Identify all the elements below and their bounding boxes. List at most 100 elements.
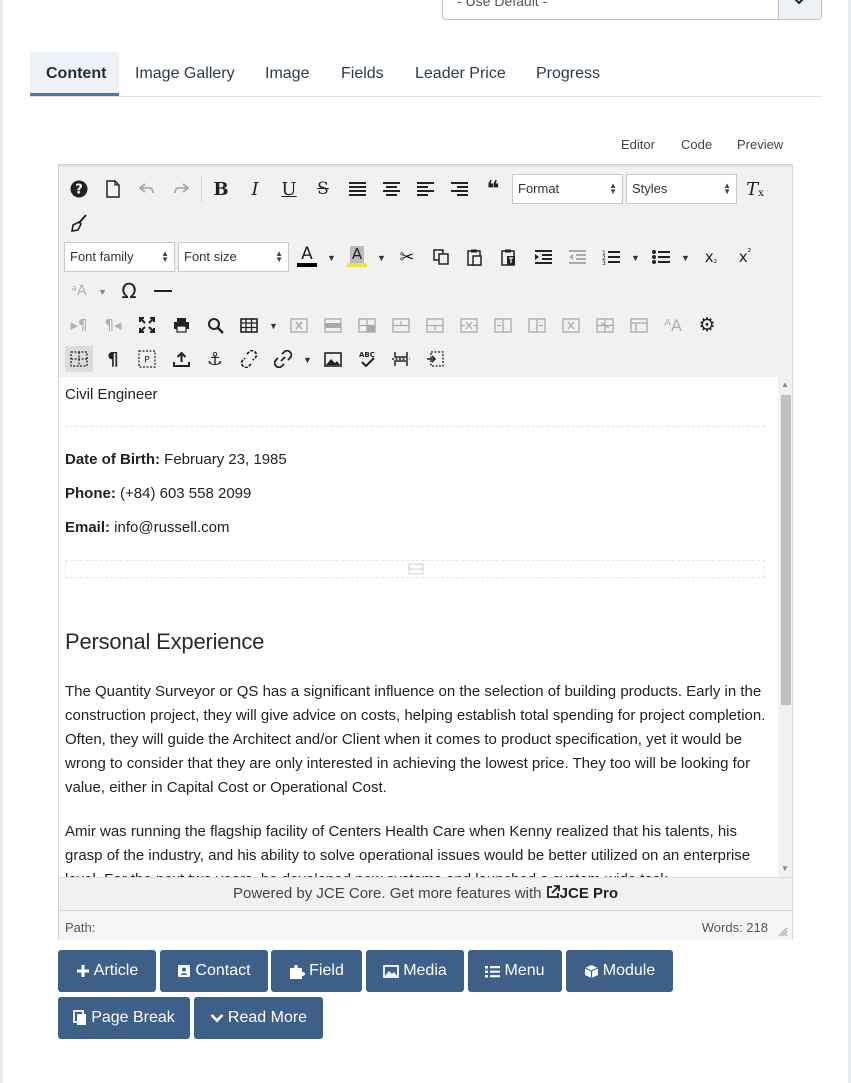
ltr-direction-icon[interactable]: ▸¶ [65, 312, 93, 338]
search-icon[interactable] [201, 312, 229, 338]
table-row-props-icon[interactable] [319, 312, 347, 338]
styles-select[interactable]: Styles ▲ ▼ [626, 174, 737, 204]
paste-icon[interactable] [461, 244, 489, 270]
show-blocks-icon[interactable]: ¶ [99, 346, 127, 372]
tab-progress[interactable]: Progress [520, 52, 616, 96]
outdent-icon[interactable] [563, 244, 591, 270]
text-color-icon[interactable]: A [293, 243, 321, 269]
caret-down-icon[interactable]: ▼ [327, 253, 336, 263]
default-select[interactable]: - Use Default - [442, 0, 822, 20]
special-character-icon[interactable]: Ω [115, 278, 143, 304]
insert-row-before-icon[interactable] [387, 312, 415, 338]
change-case-icon[interactable]: ᵃA [65, 278, 93, 304]
caret-down-icon[interactable]: ▼ [98, 287, 107, 297]
highlight-color-icon[interactable]: A [343, 243, 371, 269]
font-size-select[interactable]: Font size ▲ ▼ [178, 242, 289, 272]
puzzle-icon [290, 964, 306, 979]
split-cells-icon[interactable] [591, 312, 619, 338]
fullscreen-icon[interactable] [133, 312, 161, 338]
code-mode-link[interactable]: Code [681, 137, 712, 152]
insert-col-before-icon[interactable] [489, 312, 517, 338]
paste-text-icon[interactable] [495, 244, 523, 270]
visual-aid-icon[interactable] [65, 346, 93, 372]
styles-select-value: Styles [632, 181, 668, 196]
tab-leader-price[interactable]: Leader Price [399, 52, 522, 96]
image-icon[interactable] [319, 346, 347, 372]
table-cell-props-icon[interactable] [353, 312, 381, 338]
table-icon[interactable] [235, 312, 263, 338]
format-select[interactable]: Format ▲ ▼ [512, 174, 623, 204]
rtl-direction-icon[interactable]: ¶◂ [99, 312, 127, 338]
caret-down-icon[interactable]: ▼ [303, 355, 312, 365]
align-justify-icon[interactable] [343, 176, 371, 202]
delete-row-icon[interactable] [455, 312, 483, 338]
resize-handle-icon[interactable] [778, 927, 788, 937]
numbered-list-icon[interactable]: 123 [597, 244, 625, 270]
indent-icon[interactable] [529, 244, 557, 270]
editor-content[interactable]: Civil Engineer Date of Birth: February 2… [59, 377, 778, 877]
link-icon[interactable] [269, 346, 297, 372]
template-icon[interactable] [421, 346, 449, 372]
editor-tabs: Content Image Gallery Image Fields Leade… [30, 52, 822, 97]
preview-mode-link[interactable]: Preview [737, 137, 783, 152]
insert-col-after-icon[interactable] [523, 312, 551, 338]
merge-cells-icon[interactable] [625, 312, 653, 338]
read-more-button[interactable]: Read More [194, 997, 323, 1039]
bullet-list-icon[interactable] [647, 244, 675, 270]
delete-table-icon[interactable] [285, 312, 313, 338]
page-break-icon[interactable] [387, 346, 415, 372]
align-right-icon[interactable] [445, 176, 473, 202]
align-left-icon[interactable] [411, 176, 439, 202]
caret-down-icon[interactable]: ▼ [681, 253, 690, 263]
align-center-icon[interactable] [377, 176, 405, 202]
undo-icon[interactable] [133, 176, 161, 202]
redo-icon[interactable] [167, 176, 195, 202]
tab-image[interactable]: Image [249, 52, 325, 96]
blockquote-icon[interactable]: ❝ [479, 176, 507, 202]
contact-button[interactable]: Contact [160, 950, 268, 992]
editor-mode-link[interactable]: Editor [621, 137, 655, 152]
anchor-icon[interactable]: ⚓ [201, 346, 229, 372]
article-button[interactable]: Article [58, 950, 156, 992]
tab-image-gallery[interactable]: Image Gallery [119, 52, 251, 96]
insert-row-after-icon[interactable] [421, 312, 449, 338]
field-button[interactable]: Field [271, 950, 362, 992]
editor-toolbar: ? B I U S ❝ Format ▲ ▼ Styles ▲ ▼ T x Fo… [59, 165, 792, 378]
content-scrollbar[interactable]: ▲ ▼ [778, 377, 792, 877]
new-document-icon[interactable] [99, 176, 127, 202]
module-button[interactable]: Module [566, 950, 673, 992]
clear-formatting-icon[interactable]: Tx [741, 176, 769, 202]
subscript-icon[interactable]: x₂ [697, 244, 725, 270]
print-icon[interactable] [167, 312, 195, 338]
media-button[interactable]: Media [366, 950, 464, 992]
superscript-icon[interactable]: x² [731, 244, 759, 270]
delete-col-icon[interactable] [557, 312, 585, 338]
help-icon[interactable]: ? [65, 176, 93, 202]
copy-icon[interactable] [427, 244, 455, 270]
caret-down-icon[interactable]: ▼ [269, 321, 278, 331]
cut-icon[interactable]: ✂ [393, 244, 421, 270]
gear-icon[interactable]: ⚙ [693, 312, 721, 338]
caret-down-icon[interactable]: ▼ [631, 253, 640, 263]
style-props-icon[interactable]: ᴬA [659, 312, 687, 338]
jce-pro-link[interactable]: JCE Pro [560, 885, 618, 902]
cleanup-broom-icon[interactable] [65, 210, 93, 236]
strikethrough-icon[interactable]: S [309, 176, 337, 202]
tab-content[interactable]: Content [30, 52, 119, 96]
spellcheck-icon[interactable]: ABC [353, 346, 381, 372]
underline-icon[interactable]: U [275, 176, 303, 202]
menu-button[interactable]: Menu [468, 950, 562, 992]
caret-down-icon[interactable]: ▼ [377, 253, 386, 263]
scroll-down-icon[interactable]: ▼ [781, 864, 789, 873]
unlink-icon[interactable] [235, 346, 263, 372]
upload-icon[interactable] [167, 346, 195, 372]
bold-icon[interactable]: B [207, 176, 235, 202]
font-family-select[interactable]: Font family ▲ ▼ [64, 242, 175, 272]
italic-icon[interactable]: I [241, 176, 269, 202]
horizontal-rule-icon[interactable] [149, 278, 177, 304]
scroll-up-icon[interactable]: ▲ [781, 380, 789, 389]
paragraph-block-icon[interactable]: P [133, 346, 161, 372]
tab-fields[interactable]: Fields [325, 52, 400, 96]
page-break-button[interactable]: Page Break [58, 997, 190, 1039]
scroll-thumb[interactable] [781, 395, 791, 705]
